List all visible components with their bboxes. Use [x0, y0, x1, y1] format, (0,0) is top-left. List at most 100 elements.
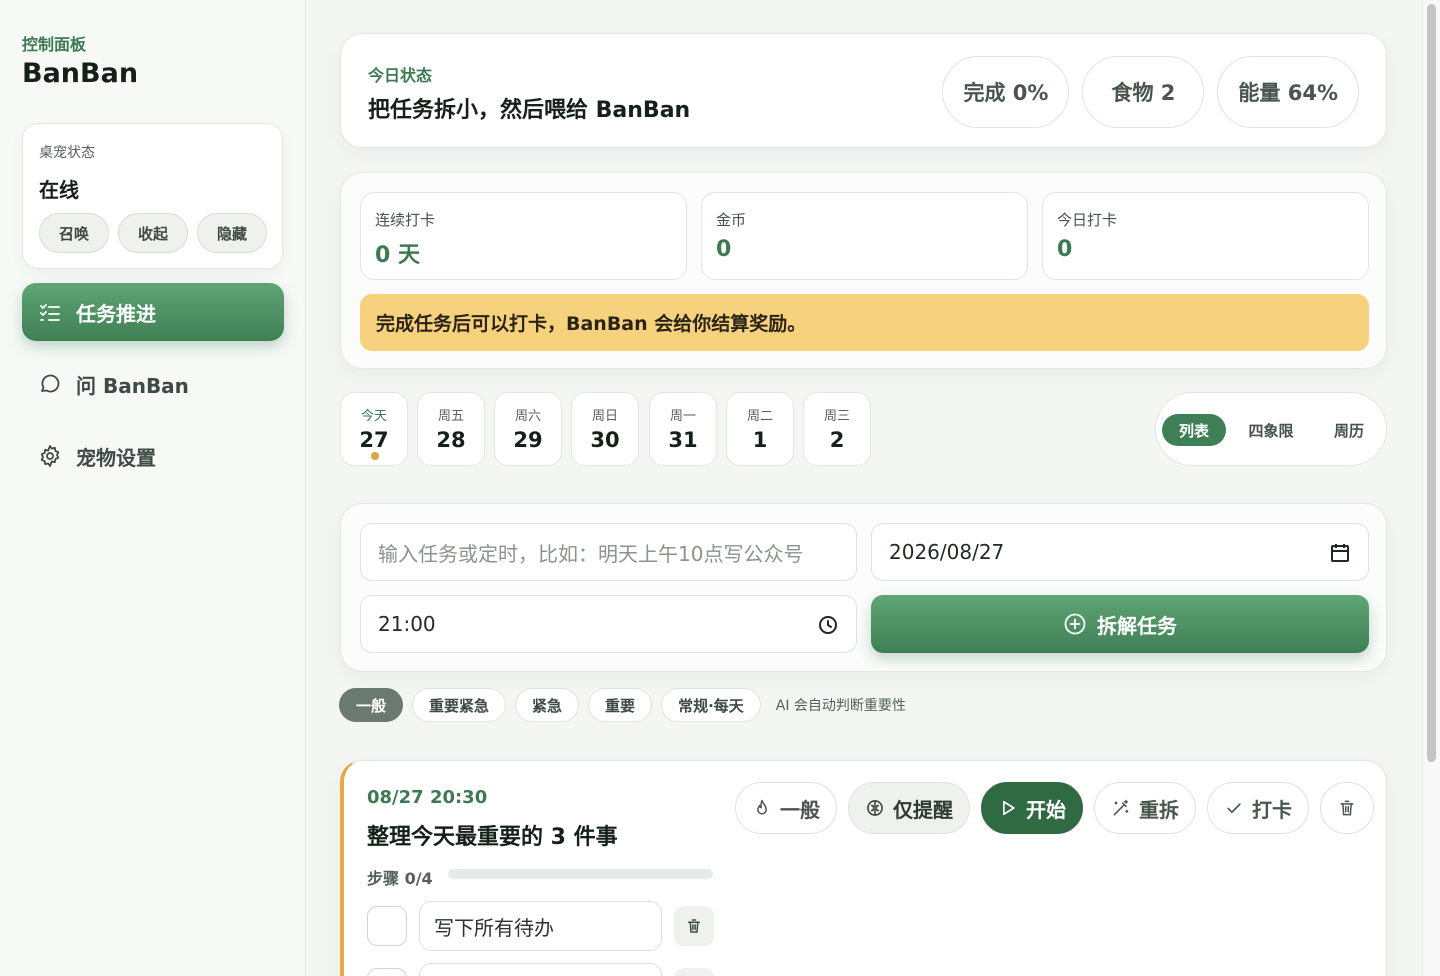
day-weekday: 周日 [591, 409, 618, 424]
priority-important[interactable]: 重要 [588, 688, 653, 722]
today-checkin-metric: 今日打卡 0 [1042, 192, 1369, 280]
today-status-card: 今日状态 把任务拆小，然后喂给 BanBan 完成 0% 食物 2 能量 64% [340, 33, 1387, 148]
reward-notice: 完成任务后可以打卡，BanBan 会给你结算奖励。 [360, 294, 1369, 351]
nav-label-ask: 问 BanBan [76, 373, 189, 398]
day-weekday: 周一 [669, 409, 696, 424]
today-dot [371, 452, 379, 460]
priority-normal[interactable]: 一般 [339, 688, 404, 722]
step-checkbox[interactable] [367, 906, 407, 946]
day-tab[interactable]: 周六 29 [494, 392, 562, 466]
break-down-task-label: 拆解任务 [1097, 613, 1177, 638]
day-date: 30 [590, 428, 620, 452]
step-row [367, 963, 714, 976]
day-date: 27 [359, 428, 389, 452]
day-date: 29 [513, 428, 543, 452]
day-date: 31 [668, 428, 698, 452]
step-checkbox[interactable] [367, 968, 407, 976]
play-icon [1003, 800, 1015, 816]
today-status-label: 今日状态 [368, 66, 433, 85]
sidebar: 控制面板 BanBan 桌宠状态 在线 召唤 收起 隐藏 任务推进 问 BanB… [0, 0, 306, 976]
day-weekday: 周三 [823, 409, 850, 424]
delete-step-button[interactable] [674, 968, 714, 976]
scrollbar-track[interactable] [1422, 0, 1440, 976]
priority-urgent[interactable]: 紧急 [515, 688, 580, 722]
completion-pill: 完成 0% [942, 56, 1070, 128]
day-tab[interactable]: 周三 2 [803, 392, 871, 466]
delete-task-button[interactable] [1320, 782, 1374, 834]
coins-value: 0 [716, 237, 732, 262]
task-actions: 一般 仅提醒 开始 重拆 打卡 [735, 782, 1374, 834]
today-status-title: 把任务拆小，然后喂给 BanBan [368, 98, 691, 123]
view-week-button[interactable]: 周历 [1318, 414, 1380, 446]
rebreak-label: 重拆 [1139, 797, 1179, 822]
plus-circle-icon [1064, 613, 1086, 635]
step-row: 写下所有待办 [367, 901, 714, 951]
day-weekday: 周五 [437, 409, 464, 424]
task-time: 08/27 20:30 [367, 787, 488, 808]
day-weekday: 今天 [360, 409, 387, 424]
streak-value: 0 天 [375, 243, 420, 268]
chat-bubble-icon [41, 374, 60, 393]
view-quadrant-button[interactable]: 四象限 [1236, 414, 1306, 446]
nav-label-tasks: 任务推进 [76, 301, 156, 326]
break-down-task-button[interactable]: 拆解任务 [871, 595, 1369, 653]
start-task-label: 开始 [1026, 797, 1066, 822]
app-brand: BanBan [22, 58, 139, 89]
checkin-label: 打卡 [1252, 797, 1292, 822]
status-pills: 完成 0% 食物 2 能量 64% [942, 56, 1359, 128]
day-weekday: 周六 [514, 409, 541, 424]
time-field[interactable]: 21:00 [360, 595, 857, 653]
delete-step-button[interactable] [674, 906, 714, 946]
trash-icon [1340, 800, 1354, 816]
metrics-card: 连续打卡 0 天 金币 0 今日打卡 0 完成任务后可以打卡，BanBan 会给… [340, 172, 1387, 369]
task-priority-label: 一般 [780, 797, 820, 822]
nav-item-tasks[interactable]: 任务推进 [22, 283, 284, 341]
day-tab[interactable]: 周一 31 [649, 392, 717, 466]
flame-icon [757, 799, 767, 815]
checklist-icon [40, 304, 60, 321]
today-checkin-value: 0 [1057, 237, 1073, 262]
task-priority-button[interactable]: 一般 [735, 782, 837, 834]
day-tab[interactable]: 周日 30 [571, 392, 639, 466]
trash-icon [688, 919, 700, 933]
clock-icon[interactable] [816, 613, 840, 637]
view-list-button[interactable]: 列表 [1162, 414, 1226, 446]
date-field[interactable]: 2026/08/27 [871, 523, 1369, 581]
day-tab[interactable]: 周五 28 [417, 392, 485, 466]
priority-important-urgent[interactable]: 重要紧急 [412, 688, 507, 722]
check-icon [1227, 803, 1241, 813]
nav-label-settings: 宠物设置 [76, 445, 156, 470]
streak-metric: 连续打卡 0 天 [360, 192, 687, 280]
gear-icon [40, 445, 60, 467]
hide-button[interactable]: 隐藏 [197, 213, 267, 253]
today-checkin-label: 今日打卡 [1057, 211, 1118, 229]
day-date: 2 [829, 428, 845, 452]
steps-counter: 步骤 0/4 [367, 869, 433, 888]
checkin-button[interactable]: 打卡 [1207, 782, 1309, 834]
pet-status-label: 桌宠状态 [39, 145, 95, 161]
task-input[interactable]: 输入任务或定时，比如：明天上午10点写公众号 [360, 523, 857, 581]
coins-metric: 金币 0 [701, 192, 1028, 280]
pet-status-value: 在线 [39, 178, 79, 202]
remind-only-button[interactable]: 仅提醒 [848, 782, 970, 834]
rebreak-button[interactable]: 重拆 [1094, 782, 1196, 834]
day-weekday: 周二 [746, 409, 773, 424]
day-date: 28 [436, 428, 466, 452]
sidebar-subtitle: 控制面板 [22, 35, 87, 54]
day-tab[interactable]: 周二 1 [726, 392, 794, 466]
day-tab-today[interactable]: 今天 27 [340, 392, 408, 466]
nav-item-ask[interactable]: 问 BanBan [22, 355, 284, 413]
task-input-card: 输入任务或定时，比如：明天上午10点写公众号 2026/08/27 21:00 … [340, 503, 1387, 672]
collapse-button[interactable]: 收起 [118, 213, 188, 253]
task-title: 整理今天最重要的 3 件事 [367, 825, 618, 850]
nav-item-settings[interactable]: 宠物设置 [22, 427, 284, 485]
pet-actions: 召唤 收起 隐藏 [39, 213, 267, 253]
calendar-icon[interactable] [1328, 541, 1352, 565]
step-text-input[interactable]: 写下所有待办 [419, 901, 662, 951]
step-text-input[interactable] [419, 963, 662, 976]
summon-button[interactable]: 召唤 [39, 213, 109, 253]
start-task-button[interactable]: 开始 [981, 782, 1083, 834]
priority-routine-daily[interactable]: 常规·每天 [661, 688, 761, 722]
scrollbar-thumb[interactable] [1427, 4, 1436, 762]
priority-hint: AI 会自动判断重要性 [775, 698, 906, 714]
